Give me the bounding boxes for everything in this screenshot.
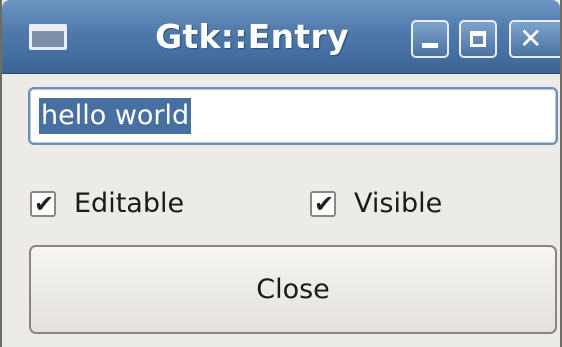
window-icon[interactable] [29, 24, 67, 50]
checkmark-icon: ✔ [314, 190, 335, 218]
editable-label[interactable]: Editable [74, 189, 184, 219]
text-entry[interactable]: hello world [28, 87, 558, 145]
close-icon: ✕ [519, 22, 543, 55]
visible-label[interactable]: Visible [354, 189, 442, 219]
title-bar[interactable]: Gtk::Entry ✕ [2, 0, 560, 74]
visible-checkbox[interactable]: ✔ Visible [310, 189, 442, 219]
gtk-window: Gtk::Entry ✕ hello world ✔ Editable ✔ Vi… [0, 0, 562, 347]
minimize-button[interactable] [411, 20, 449, 58]
maximize-icon [470, 31, 486, 47]
window-close-button[interactable]: ✕ [509, 20, 560, 58]
editable-checkbox-box[interactable]: ✔ [30, 190, 56, 218]
close-button[interactable]: Close [29, 245, 557, 334]
minimize-icon [422, 43, 438, 48]
editable-checkbox[interactable]: ✔ Editable [30, 189, 184, 219]
maximize-button[interactable] [459, 20, 497, 58]
entry-selected-text[interactable]: hello world [39, 98, 192, 134]
window-title: Gtk::Entry [155, 17, 349, 56]
checkmark-icon: ✔ [34, 190, 55, 218]
visible-checkbox-box[interactable]: ✔ [310, 190, 336, 218]
